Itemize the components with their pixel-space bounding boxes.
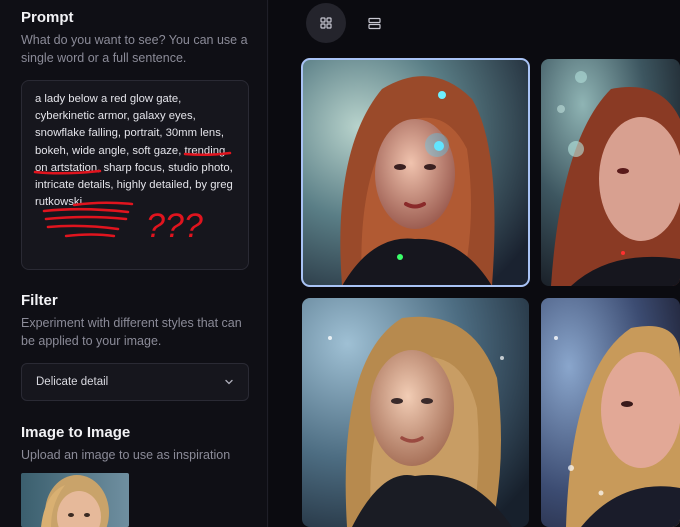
filter-selected-value: Delicate detail xyxy=(36,376,109,388)
list-view-icon xyxy=(367,17,381,29)
grid-view-button[interactable] xyxy=(306,3,346,43)
question-marks: ??? xyxy=(146,207,203,245)
chevron-down-icon xyxy=(225,379,233,385)
prompt-description: What do you want to see? You can use a s… xyxy=(21,33,248,65)
image-to-image-title: Image to Image xyxy=(21,424,131,441)
sidebar: Prompt What do you want to see? You can … xyxy=(0,0,268,527)
generated-image-3[interactable] xyxy=(302,298,529,527)
filter-title: Filter xyxy=(21,292,58,309)
prompt-text[interactable]: a lady below a red glow gate, cyberkinet… xyxy=(35,91,240,211)
list-view-button[interactable] xyxy=(354,3,394,43)
prompt-title: Prompt xyxy=(21,9,74,26)
results-panel xyxy=(269,0,680,527)
prompt-textarea[interactable]: a lady below a red glow gate, cyberkinet… xyxy=(21,80,249,270)
filter-description: Experiment with different styles that ca… xyxy=(21,316,242,348)
grid-view-icon xyxy=(320,17,332,29)
generated-image-1[interactable] xyxy=(301,58,530,287)
image-to-image-description: Upload an image to use as inspiration xyxy=(21,448,231,462)
uploaded-image-thumbnail[interactable] xyxy=(21,473,129,527)
generated-image-2[interactable] xyxy=(541,59,680,286)
filter-select[interactable]: Delicate detail xyxy=(21,363,249,401)
generated-image-4[interactable] xyxy=(541,298,680,527)
